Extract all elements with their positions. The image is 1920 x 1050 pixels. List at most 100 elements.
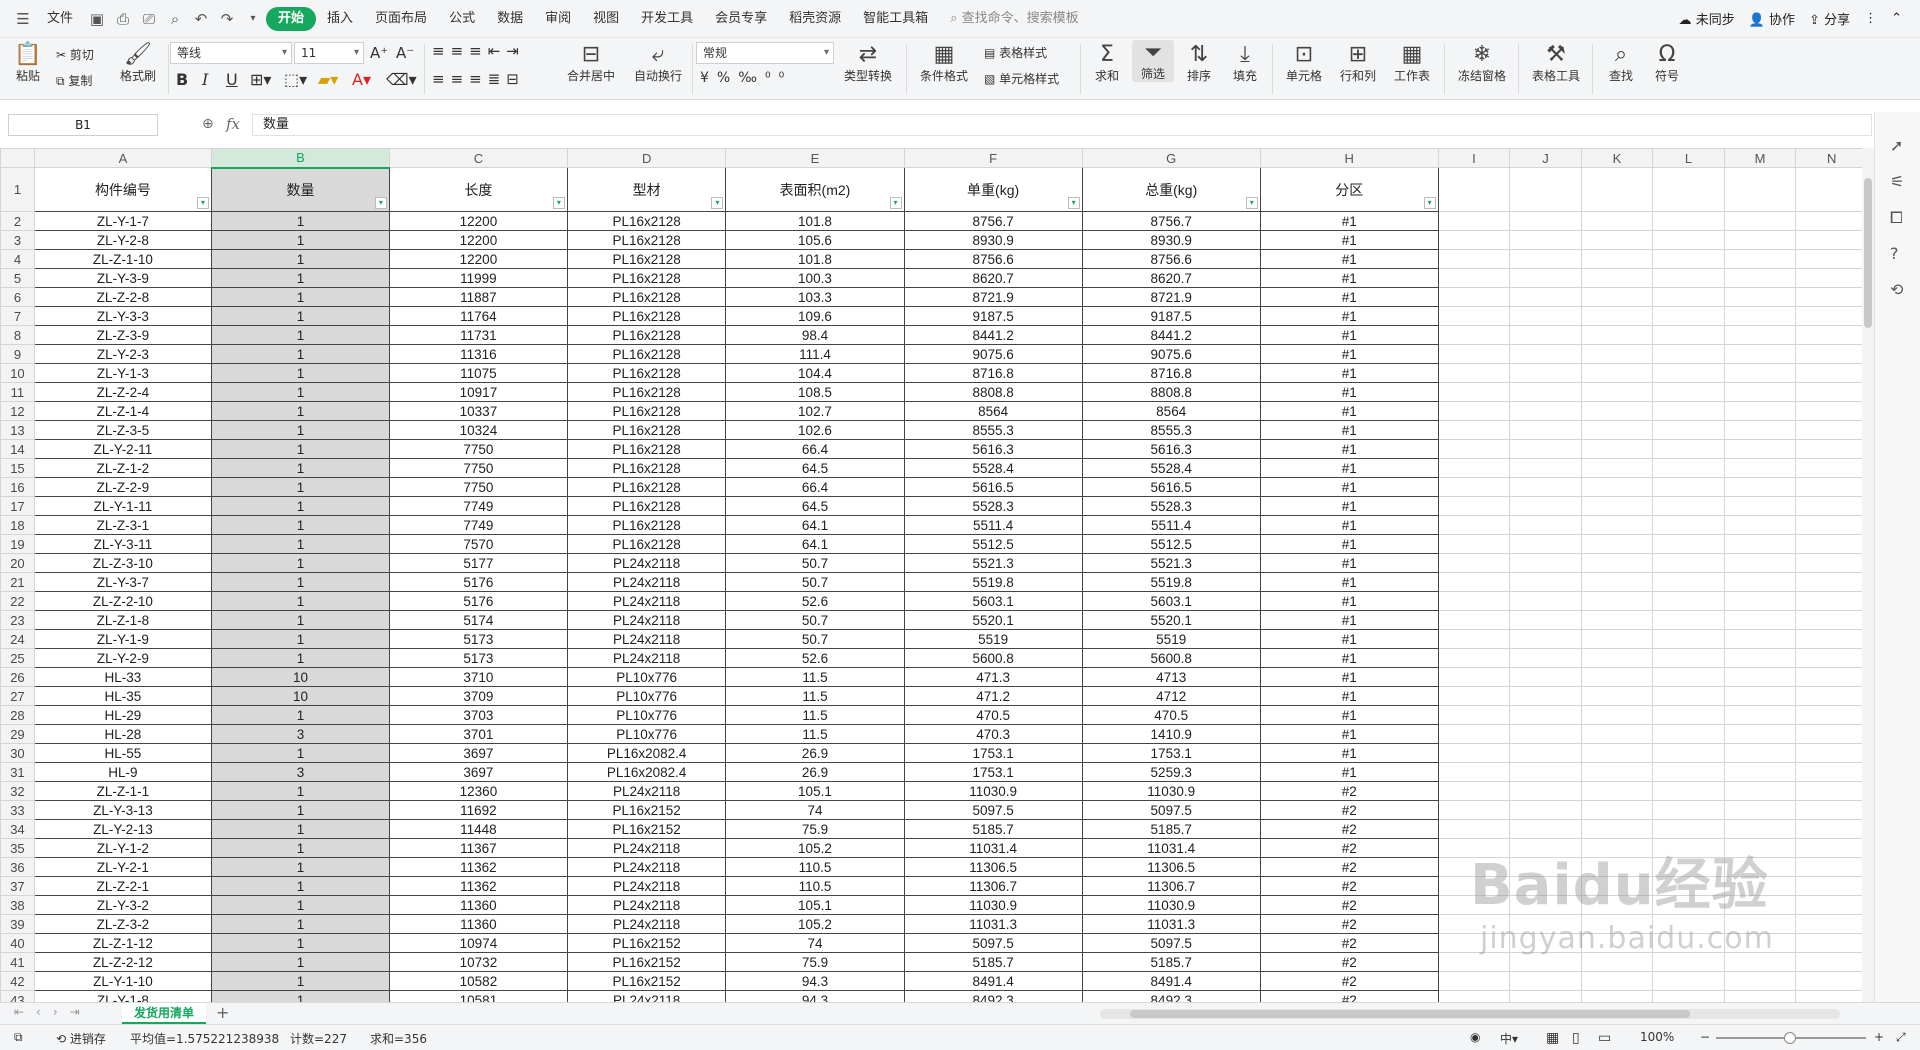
row-header[interactable]: 5 <box>0 268 35 288</box>
cell[interactable] <box>1723 610 1797 630</box>
cell[interactable]: 3 <box>211 724 390 744</box>
row-header[interactable]: 43 <box>0 990 35 1002</box>
row-header[interactable]: 40 <box>0 933 35 953</box>
cell[interactable]: 10324 <box>388 420 568 440</box>
row-header[interactable]: 4 <box>0 249 35 269</box>
cell[interactable]: ZL-Y-3-7 <box>33 572 213 592</box>
cell[interactable]: 8716.8 <box>903 363 1083 383</box>
cell[interactable]: 102.6 <box>725 420 905 440</box>
cell[interactable]: 1 <box>211 591 390 611</box>
cell[interactable] <box>1509 458 1582 478</box>
cell[interactable] <box>1437 705 1511 725</box>
tab-8[interactable]: 会员专享 <box>704 7 778 31</box>
cell[interactable] <box>1437 591 1511 611</box>
row-header[interactable]: 36 <box>0 857 35 877</box>
cell[interactable] <box>1652 629 1725 649</box>
type-convert-button[interactable]: ⇄ 类型转换 <box>836 42 900 84</box>
row-header[interactable]: 6 <box>0 287 35 307</box>
macro-button[interactable]: ⟲ 进销存 <box>56 1030 106 1047</box>
cell[interactable]: 11031.4 <box>1081 838 1261 858</box>
cell[interactable] <box>1723 781 1797 801</box>
cell[interactable]: 52.6 <box>725 591 905 611</box>
increase-font-icon[interactable]: A⁺ <box>370 44 388 62</box>
pointer-icon[interactable]: ➚ <box>1890 136 1903 155</box>
cell[interactable]: #2 <box>1259 952 1439 972</box>
cell[interactable] <box>1652 363 1725 383</box>
font-color-icon[interactable]: A▾ <box>352 70 371 89</box>
cell[interactable]: 11306.5 <box>1081 857 1261 877</box>
cell[interactable] <box>1795 344 1868 364</box>
cond-format-button[interactable]: ▦ 条件格式 <box>914 42 974 84</box>
cell[interactable]: 100.3 <box>725 268 905 288</box>
cell[interactable]: ZL-Y-1-3 <box>33 363 213 383</box>
border-icon[interactable]: ⊞▾ <box>250 70 271 89</box>
cell[interactable]: #1 <box>1259 743 1439 763</box>
cell[interactable]: 26.9 <box>725 743 905 763</box>
header-cell[interactable] <box>1652 167 1725 212</box>
cell[interactable]: #2 <box>1259 838 1439 858</box>
input-method-icon[interactable]: 中▾ <box>1500 1030 1518 1047</box>
cell[interactable]: 101.8 <box>725 211 905 231</box>
cell[interactable] <box>1795 211 1868 231</box>
add-sheet-icon[interactable]: + <box>216 1003 229 1022</box>
cell[interactable]: #1 <box>1259 325 1439 345</box>
header-cell[interactable]: 数量 ▾ <box>211 167 390 212</box>
cell[interactable] <box>1723 743 1797 763</box>
cell[interactable]: 11360 <box>388 914 568 934</box>
cell[interactable]: 8716.8 <box>1081 363 1261 383</box>
cell[interactable]: PL16x2128 <box>566 534 727 554</box>
tab-3[interactable]: 公式 <box>438 7 486 31</box>
cell[interactable]: 105.6 <box>725 230 905 250</box>
tab-9[interactable]: 稻壳资源 <box>778 7 852 31</box>
cell[interactable]: #1 <box>1259 572 1439 592</box>
cell[interactable]: #1 <box>1259 534 1439 554</box>
header-cell[interactable]: 分区 ▾ <box>1259 167 1439 212</box>
cell[interactable]: 8930.9 <box>903 230 1083 250</box>
cell[interactable]: 4712 <box>1081 686 1261 706</box>
cell[interactable]: HL-33 <box>33 667 213 687</box>
row-col-button[interactable]: ⊞ 行和列 <box>1334 42 1382 84</box>
cell[interactable]: ZL-Y-1-7 <box>33 211 213 231</box>
shapes-icon[interactable]: ⧠ <box>1890 208 1903 228</box>
cell[interactable]: 10732 <box>388 952 568 972</box>
cell[interactable] <box>1723 496 1797 516</box>
cell[interactable]: 105.1 <box>725 781 905 801</box>
cell[interactable]: 50.7 <box>725 553 905 573</box>
row-header[interactable]: 31 <box>0 762 35 782</box>
cell[interactable]: 1 <box>211 705 390 725</box>
cell[interactable]: #2 <box>1259 876 1439 896</box>
cell[interactable]: 111.4 <box>725 344 905 364</box>
paste-button[interactable]: 📋 粘贴 <box>10 42 46 84</box>
cell[interactable]: 1 <box>211 534 390 554</box>
export-pdf-icon[interactable]: ⎙ <box>110 10 136 28</box>
cell[interactable]: ZL-Z-3-2 <box>33 914 213 934</box>
cell[interactable] <box>1795 952 1868 972</box>
cell[interactable]: 26.9 <box>725 762 905 782</box>
cell[interactable] <box>1509 800 1582 820</box>
cell[interactable] <box>1509 990 1582 1002</box>
cell[interactable]: 1 <box>211 629 390 649</box>
row-header[interactable]: 7 <box>0 306 35 326</box>
cell[interactable]: 74 <box>725 933 905 953</box>
cell[interactable] <box>1795 667 1868 687</box>
header-cell[interactable]: 总重(kg) ▾ <box>1081 167 1261 212</box>
cell[interactable]: ZL-Y-3-13 <box>33 800 213 820</box>
cell[interactable]: #2 <box>1259 800 1439 820</box>
cell[interactable] <box>1437 344 1511 364</box>
cell[interactable] <box>1509 268 1582 288</box>
cell[interactable] <box>1437 553 1511 573</box>
cell[interactable] <box>1580 724 1654 744</box>
cell[interactable]: 64.1 <box>725 515 905 535</box>
header-cell[interactable] <box>1580 167 1654 212</box>
cell[interactable]: 8620.7 <box>903 268 1083 288</box>
cell[interactable] <box>1652 990 1725 1002</box>
cell[interactable] <box>1437 572 1511 592</box>
cell[interactable]: 5603.1 <box>1081 591 1261 611</box>
cell[interactable] <box>1723 401 1797 421</box>
font-name-select[interactable]: 等线 <box>170 42 292 64</box>
cell[interactable]: 110.5 <box>725 876 905 896</box>
cell[interactable]: PL24x2118 <box>566 895 727 915</box>
cell[interactable]: 8492.3 <box>1081 990 1261 1002</box>
cell[interactable]: PL24x2118 <box>566 591 727 611</box>
cell[interactable]: 50.7 <box>725 629 905 649</box>
